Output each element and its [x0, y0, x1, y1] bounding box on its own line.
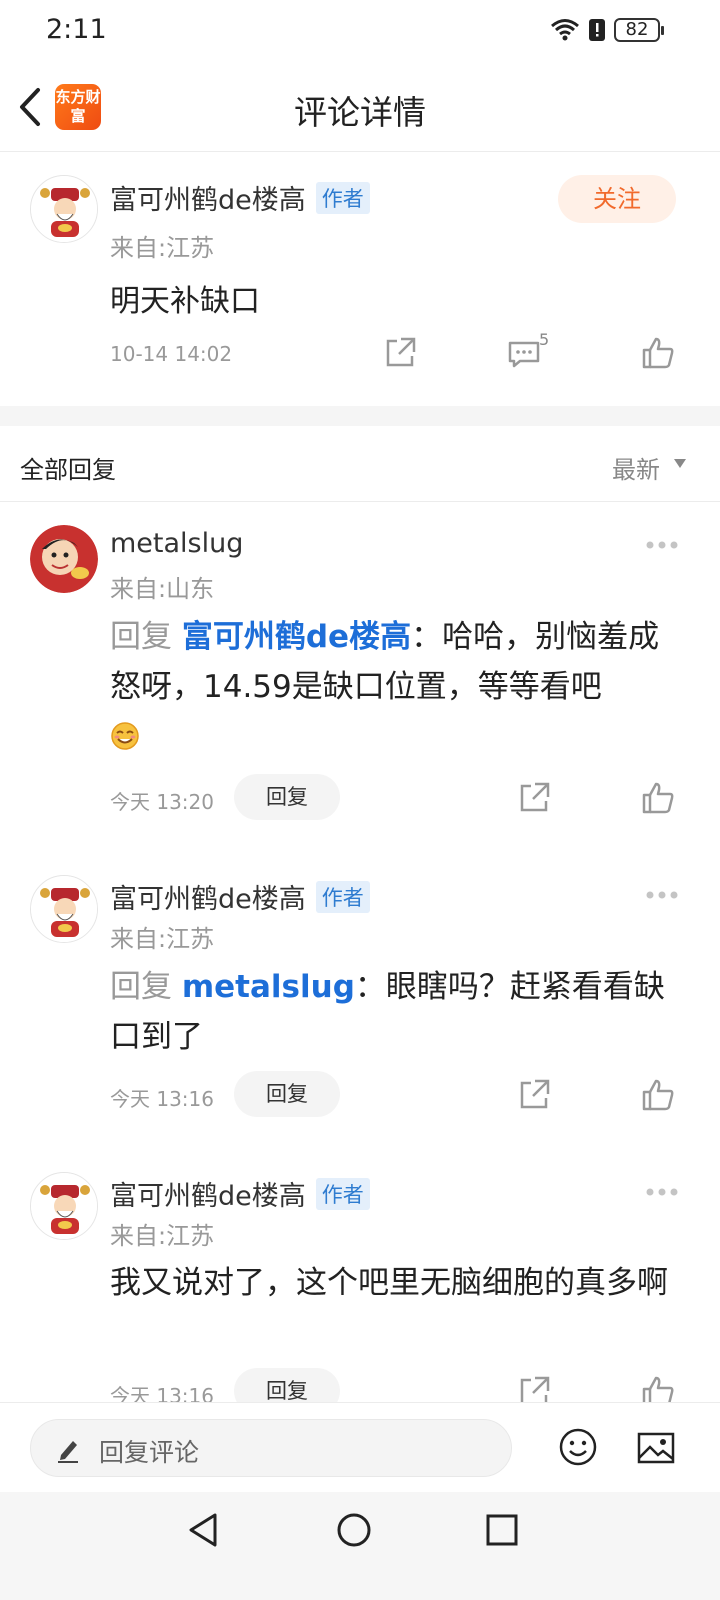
status-bar: 2:11 82 — [0, 0, 720, 64]
all-replies-label: 全部回复 — [20, 456, 116, 484]
reply-count: 5 — [539, 330, 550, 349]
reply-content: 回复 metalslug：眼瞎吗？赶紧看看缺口到了 — [110, 962, 690, 1062]
like-button[interactable] — [640, 335, 676, 371]
reply-content: 我又说对了，这个吧里无脑细胞的真多啊 — [110, 1265, 668, 1301]
battery-indicator: 82 — [614, 18, 664, 42]
reply-button[interactable]: 回复 — [234, 774, 340, 820]
author-badge: 作者 — [315, 182, 370, 214]
status-icons: 82 — [550, 18, 664, 42]
more-dots-icon[interactable] — [645, 890, 679, 900]
author-name[interactable]: 富可州鹤de楼高 — [110, 884, 306, 915]
avatar[interactable] — [30, 525, 98, 593]
avatar-image — [31, 176, 97, 242]
reply-author[interactable]: 富可州鹤de楼高 作者 — [110, 877, 370, 916]
bottom-bar: 回复评论 — [0, 1402, 720, 1492]
avatar[interactable] — [30, 175, 98, 243]
reply-content: 回复 富可州鹤de楼高：哈哈，别恼羞成怒呀，14.59是缺口位置，等等看吧 — [110, 612, 690, 762]
share-icon — [520, 1079, 550, 1109]
nav-home-icon[interactable] — [336, 1512, 372, 1548]
reply-time: 今天 13:20 — [110, 790, 214, 814]
wifi-icon — [551, 19, 579, 41]
smiley-icon — [559, 1428, 597, 1466]
reply-button[interactable]: 回复 — [234, 1071, 340, 1117]
comment-button[interactable] — [506, 335, 542, 371]
app-logo[interactable]: 东方财富 — [55, 84, 101, 130]
share-button[interactable] — [516, 780, 552, 816]
like-button[interactable] — [640, 780, 676, 816]
comment-time: 10-14 14:02 — [110, 342, 233, 366]
reply-prefix: 回复 — [110, 969, 172, 1005]
avatar-image — [30, 525, 98, 593]
section-divider — [0, 406, 720, 426]
nav-bar: 评论详情 东方财富 — [0, 64, 720, 152]
reply-location: 来自:江苏 — [110, 1222, 215, 1250]
avatar-image — [31, 1173, 97, 1239]
reply-author[interactable]: metalslug — [110, 528, 243, 559]
reply-comment-input[interactable]: 回复评论 — [30, 1419, 512, 1477]
reply-prefix: 回复 — [110, 619, 172, 655]
emoji-button[interactable] — [558, 1427, 598, 1467]
image-icon — [637, 1432, 675, 1464]
avatar[interactable] — [30, 875, 98, 943]
system-nav-bar — [0, 1492, 720, 1600]
back-button[interactable] — [12, 82, 52, 132]
caret-down-icon[interactable] — [674, 459, 686, 468]
reply-target-link[interactable]: metalslug — [182, 969, 355, 1005]
chevron-left-icon — [20, 88, 40, 126]
share-button[interactable] — [382, 335, 418, 371]
author-location: 来自:江苏 — [110, 234, 215, 262]
replies-header: 全部回复 最新 — [0, 426, 720, 502]
reply-target-link[interactable]: 富可州鹤de楼高 — [182, 619, 411, 655]
image-button[interactable] — [636, 1428, 676, 1468]
thumbs-up-icon — [642, 1079, 674, 1111]
share-icon — [520, 782, 550, 812]
nav-recents-icon[interactable] — [486, 1514, 518, 1546]
author-name[interactable]: 富可州鹤de楼高 — [110, 185, 306, 216]
reply-time: 今天 13:16 — [110, 1087, 214, 1111]
author-name[interactable]: 富可州鹤de楼高 — [110, 1181, 306, 1212]
share-icon — [386, 337, 416, 367]
more-dots-icon[interactable] — [645, 540, 679, 550]
pencil-icon — [58, 1441, 78, 1463]
comment-author[interactable]: 富可州鹤de楼高 作者 — [110, 178, 370, 217]
avatar-image — [31, 876, 97, 942]
emoji-icon — [111, 722, 139, 750]
share-button[interactable] — [516, 1077, 552, 1113]
avatar[interactable] — [30, 1172, 98, 1240]
nav-back-icon[interactable] — [186, 1512, 220, 1548]
reply-location: 来自:江苏 — [110, 925, 215, 953]
like-button[interactable] — [640, 1077, 676, 1113]
author-badge: 作者 — [315, 1178, 370, 1210]
thumbs-up-icon — [642, 337, 674, 369]
comment-content: 明天补缺口 — [110, 284, 260, 319]
reply-author[interactable]: 富可州鹤de楼高 作者 — [110, 1174, 370, 1213]
comment-icon — [508, 341, 540, 368]
follow-button[interactable]: 关注 — [558, 175, 676, 223]
more-dots-icon[interactable] — [645, 1187, 679, 1197]
thumbs-up-icon — [642, 782, 674, 814]
input-placeholder: 回复评论 — [99, 1438, 200, 1467]
status-time: 2:11 — [46, 14, 107, 45]
sort-dropdown[interactable]: 最新 — [612, 450, 660, 485]
alert-icon — [589, 19, 605, 41]
author-badge: 作者 — [315, 881, 370, 913]
reply-location: 来自:山东 — [110, 575, 215, 603]
page-title: 评论详情 — [294, 93, 426, 132]
